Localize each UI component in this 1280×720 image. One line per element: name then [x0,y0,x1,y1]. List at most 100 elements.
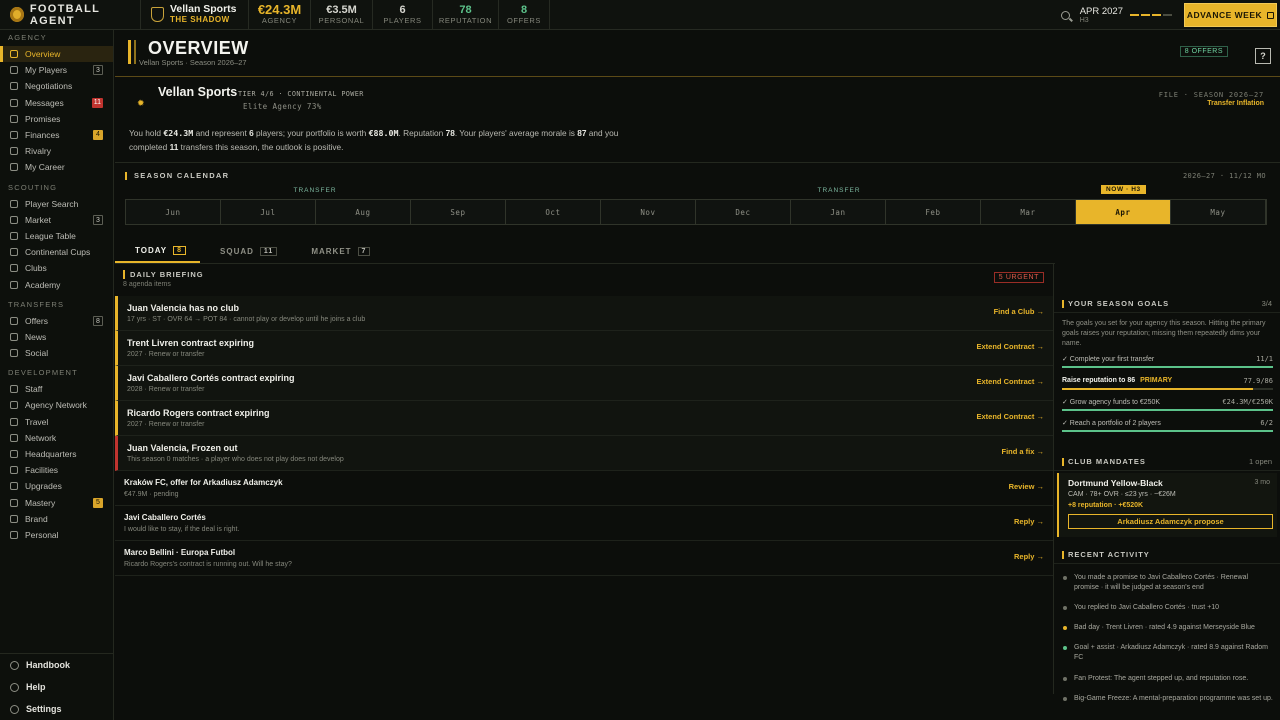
sidebar-bottom: Handbook Help Settings [0,653,114,720]
sidebar-section-title: DEVELOPMENT [8,368,78,378]
sidebar-item-headquarters[interactable]: Headquarters [0,446,113,462]
briefing-item[interactable]: Juan Valencia has no club 17 yrs · ST · O… [115,296,1053,331]
sidebar-item-settings[interactable]: Settings [0,698,114,720]
calendar-month-jan[interactable]: Jan [791,200,886,224]
briefing-item-action[interactable]: Extend Contract → [976,377,1044,386]
sidebar-item-overview[interactable]: Overview [0,46,113,63]
count-badge: 5 [93,497,103,508]
sidebar-item-label: Offers [25,315,48,326]
advance-week-button[interactable]: ADVANCE WEEK [1184,3,1277,27]
count-badge: 3 [93,65,103,76]
sidebar-item-upgrades[interactable]: Upgrades [0,478,113,494]
sidebar-item-continental-cups[interactable]: Continental Cups [0,244,113,260]
title-accent [134,40,136,64]
sidebar-item-academy[interactable]: Academy [0,276,113,292]
sidebar-item-label: My Career [25,162,65,173]
calendar-month-may[interactable]: May [1171,200,1266,224]
briefing-item-subtitle: 2027 · Renew or transfer [127,421,205,428]
search-icon[interactable] [1060,10,1070,20]
sidebar-item-handbook[interactable]: Handbook [0,654,114,676]
swords-icon [10,147,18,156]
week-progress [1130,14,1174,16]
football-logo-icon [10,7,24,22]
transfer-window-label: TRANSFER [293,187,337,194]
building-icon [10,450,18,459]
title-accent [128,40,131,64]
offers-chip[interactable]: 8 OFFERS [1179,46,1228,57]
sidebar-item-negotiations[interactable]: Negotiations [0,78,113,94]
briefing-item-action[interactable]: Extend Contract → [976,342,1044,351]
sidebar-item-brand[interactable]: Brand [0,511,113,527]
briefing-item[interactable]: Marco Bellini · Europa Futbol Ricardo Rog… [115,541,1053,576]
sidebar-item-market[interactable]: Market 3 [0,212,113,228]
propose-player-button[interactable]: Arkadiusz Adamczyk propose [1068,514,1273,529]
goal-label: Raise reputation to 86 [1062,377,1136,384]
shield-icon [151,7,164,22]
calendar-month-oct[interactable]: Oct [506,200,601,224]
sidebar-item-promises[interactable]: Promises [0,111,113,127]
sidebar-item-news[interactable]: News [0,329,113,345]
calendar-month-apr[interactable]: Apr [1076,200,1171,224]
calendar-month-aug[interactable]: Aug [316,200,411,224]
sidebar-item-label: Network [25,432,57,443]
sidebar-item-mastery[interactable]: Mastery 5 [0,495,113,511]
chart-icon [10,215,18,224]
briefing-item-action[interactable]: Extend Contract → [976,412,1044,421]
agency-card-name: Vellan Sports [158,85,238,99]
sidebar-item-travel[interactable]: Travel [0,414,113,430]
activity-item: Goal + assist · Arkadiusz Adamczyk · rat… [1062,643,1274,663]
chat-icon [10,349,18,358]
sidebar-item-my-players[interactable]: My Players 3 [0,62,113,78]
briefing-item[interactable]: Trent Livren contract expiring 2027 · Ren… [115,331,1053,366]
briefing-item-action[interactable]: Find a Club → [994,307,1044,316]
sidebar-item-league-table[interactable]: League Table [0,228,113,244]
calendar-month-nov[interactable]: Nov [601,200,696,224]
briefing-item-action[interactable]: Reply → [1014,552,1044,561]
sidebar-item-rivalry[interactable]: Rivalry [0,143,113,159]
season-goal: ✓ Reach a portfolio of 2 players 6/2 [1062,419,1273,433]
sidebar-item-personal[interactable]: Personal [0,527,113,543]
sidebar-item-agency-network[interactable]: Agency Network [0,397,113,413]
calendar-month-jun[interactable]: Jun [126,200,221,224]
tab-market[interactable]: MARKET 7 [291,239,384,263]
goal-value: 77.9/86 [1243,377,1273,385]
staff-icon [10,385,18,394]
goal-label: ✓ Grow agency funds to €250K [1062,399,1161,406]
tab-squad[interactable]: SQUAD 11 [200,239,291,263]
sidebar-item-network[interactable]: Network [0,430,113,446]
calendar-month-dec[interactable]: Dec [696,200,791,224]
briefing-item-subtitle: 2027 · Renew or transfer [127,351,205,358]
sidebar-item-messages[interactable]: Messages 11 [0,95,113,111]
tab-today[interactable]: TODAY 8 [115,239,201,263]
agency-switcher[interactable]: Vellan Sports THE SHADOW [140,0,248,30]
help-button[interactable]: ? [1255,48,1271,64]
sidebar-item-social[interactable]: Social [0,345,113,361]
sidebar-item-finances[interactable]: Finances 4 [0,127,113,143]
calendar-month-jul[interactable]: Jul [221,200,316,224]
sidebar-item-clubs[interactable]: Clubs [0,260,113,276]
sidebar-item-player-search[interactable]: Player Search [0,196,113,212]
cup-icon [10,248,18,257]
briefing-item[interactable]: Juan Valencia, Frozen out This season 0 m… [115,436,1053,471]
briefing-item-action[interactable]: Reply → [1014,517,1044,526]
sidebar-item-facilities[interactable]: Facilities [0,462,113,478]
calendar-month-feb[interactable]: Feb [886,200,981,224]
sidebar-item-staff[interactable]: Staff [0,381,113,397]
calendar-month-mar[interactable]: Mar [981,200,1076,224]
briefing-item[interactable]: Ricardo Rogers contract expiring 2027 · R… [115,401,1053,436]
current-date: APR 2027 H3 [1079,5,1123,24]
sidebar-item-label: Overview [25,49,61,60]
sidebar-item-my-career[interactable]: My Career [0,159,113,175]
briefing-item-action[interactable]: Find a fix → [1001,447,1044,456]
briefing-item-action[interactable]: Review → [1009,482,1044,491]
briefing-item[interactable]: Javi Caballero Cortés contract expiring 2… [115,366,1053,401]
mandate-club: Dortmund Yellow-Black [1068,478,1163,488]
agency-tagline: THE SHADOW [170,15,230,24]
briefing-item[interactable]: Javi Caballero Cortés I would like to sta… [115,506,1053,541]
brand-icon [10,514,18,523]
calendar-month-sep[interactable]: Sep [411,200,506,224]
sidebar-item-offers[interactable]: Offers 8 [0,313,113,329]
sidebar-item-help[interactable]: Help [0,676,114,698]
stat-players: 6 PLAYERS [372,0,432,30]
briefing-item[interactable]: Kraków FC, offer for Arkadiusz Adamczyk €… [115,471,1053,506]
